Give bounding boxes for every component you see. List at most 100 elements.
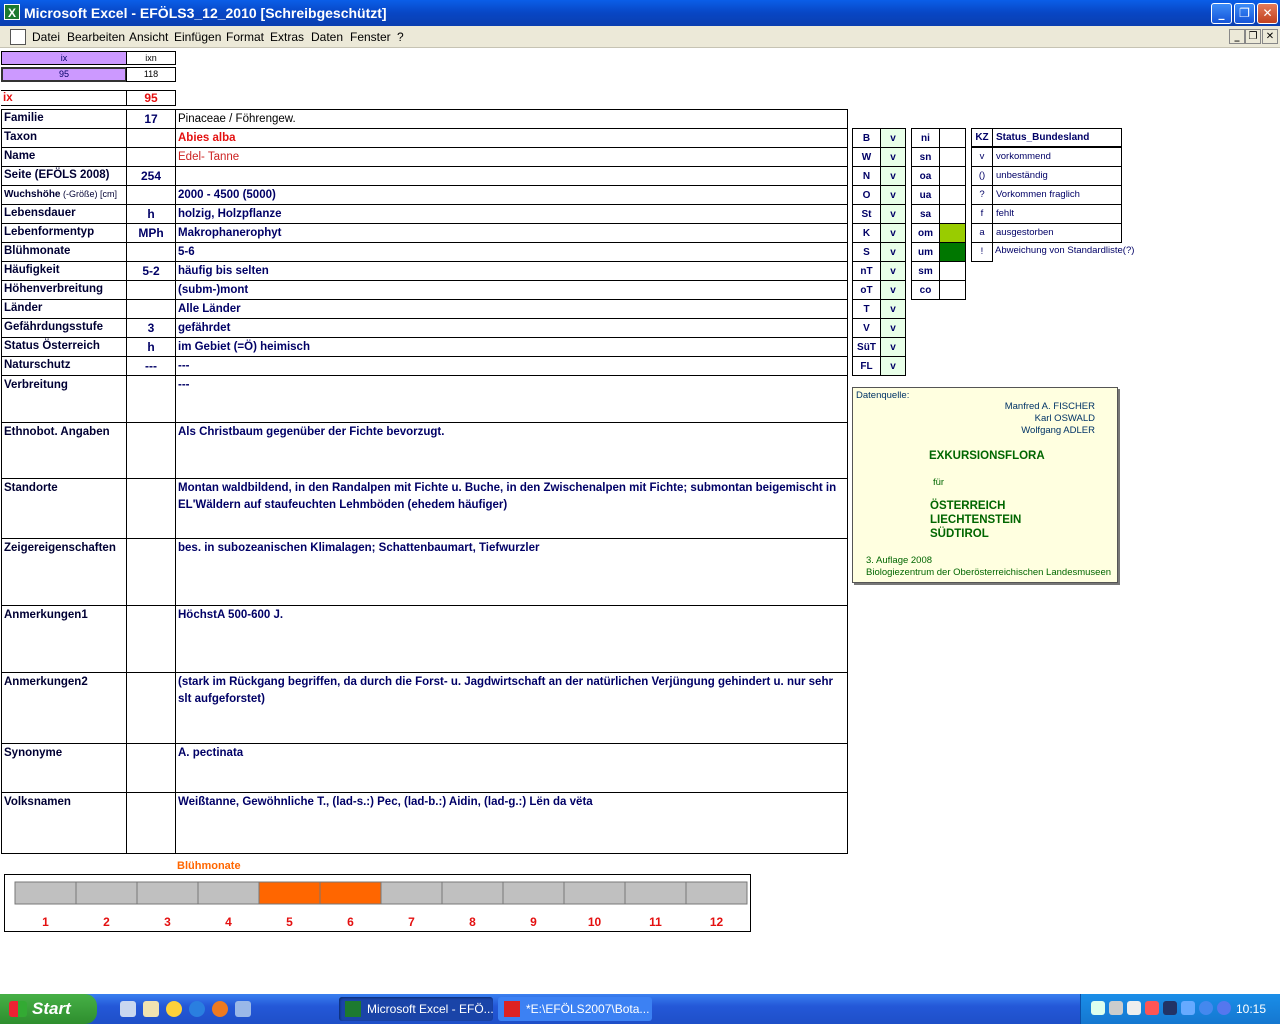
doc-restore-button[interactable]: ❐	[1245, 29, 1261, 44]
text-field-label[interactable]: Zeigereigenschaften	[1, 538, 127, 606]
close-button[interactable]: ✕	[1257, 3, 1278, 24]
hoehenstufe-indicator[interactable]	[939, 147, 966, 167]
bundesland-code[interactable]: St	[852, 204, 881, 224]
field-value[interactable]: Pinaceae / Föhrengew.	[175, 109, 848, 129]
menu-extras[interactable]: Extras	[270, 30, 304, 44]
hoehenstufe-indicator[interactable]	[939, 185, 966, 205]
field-value[interactable]: ---	[175, 356, 848, 376]
desktop-icon[interactable]	[120, 1001, 136, 1017]
excel-icon[interactable]: X	[4, 4, 20, 20]
text-field-value[interactable]: Als Christbaum gegenüber der Fichte bevo…	[175, 422, 848, 479]
internet-explorer-icon[interactable]	[189, 1001, 205, 1017]
field-code[interactable]: 17	[126, 109, 176, 129]
bundesland-code[interactable]: nT	[852, 261, 881, 281]
bundesland-status[interactable]: v	[880, 299, 906, 319]
update-icon[interactable]	[1181, 1001, 1195, 1015]
field-code[interactable]	[126, 299, 176, 319]
text-field-label[interactable]: Ethnobot. Angaben	[1, 422, 127, 479]
field-code[interactable]: ---	[126, 356, 176, 376]
hoehenstufe-indicator[interactable]	[939, 261, 966, 281]
task-excel[interactable]: Microsoft Excel - EFÖ...	[339, 997, 493, 1021]
field-label[interactable]: Häufigkeit	[1, 261, 127, 281]
bundesland-code[interactable]: V	[852, 318, 881, 338]
field-label[interactable]: Status Österreich	[1, 337, 127, 357]
text-field-value[interactable]: Montan waldbildend, in den Randalpen mit…	[175, 478, 848, 539]
security-icon[interactable]	[1145, 1001, 1159, 1015]
field-code[interactable]: 5-2	[126, 261, 176, 281]
hoehenstufe-indicator[interactable]	[939, 242, 966, 262]
mail-icon[interactable]	[235, 1001, 251, 1017]
hoehenstufe-indicator[interactable]	[939, 204, 966, 224]
field-label[interactable]: Lebenformentyp	[1, 223, 127, 243]
bundesland-status[interactable]: v	[880, 356, 906, 376]
restore-button[interactable]: ❐	[1234, 3, 1255, 24]
menu-ansicht[interactable]: Ansicht	[129, 30, 168, 44]
field-value[interactable]: Edel- Tanne	[175, 147, 848, 167]
field-label[interactable]: Seite (EFÖLS 2008)	[1, 166, 127, 186]
ixn-value[interactable]: 118	[126, 67, 176, 82]
field-code[interactable]: 3	[126, 318, 176, 338]
field-code[interactable]: h	[126, 204, 176, 224]
field-value[interactable]: Alle Länder	[175, 299, 848, 319]
bundesland-code[interactable]: T	[852, 299, 881, 319]
hoehenstufe-code[interactable]: oa	[911, 166, 940, 186]
volume-icon[interactable]	[1109, 1001, 1123, 1015]
bundesland-code[interactable]: O	[852, 185, 881, 205]
field-code[interactable]: h	[126, 337, 176, 357]
bundesland-code[interactable]: FL	[852, 356, 881, 376]
text-field-code[interactable]	[126, 422, 176, 479]
text-field-label[interactable]: Standorte	[1, 478, 127, 539]
info-icon[interactable]	[1199, 1001, 1213, 1015]
field-value[interactable]: im Gebiet (=Ö) heimisch	[175, 337, 848, 357]
text-field-label[interactable]: Anmerkungen1	[1, 605, 127, 673]
firefox-icon[interactable]	[212, 1001, 228, 1017]
hoehenstufe-indicator[interactable]	[939, 166, 966, 186]
field-value[interactable]: holzig, Holzpflanze	[175, 204, 848, 224]
field-label[interactable]: Höhenverbreitung	[1, 280, 127, 300]
field-value[interactable]: 5-6	[175, 242, 848, 262]
menu-datei[interactable]: Datei	[32, 30, 60, 44]
menu-format[interactable]: Format	[226, 30, 264, 44]
field-label[interactable]: Naturschutz	[1, 356, 127, 376]
field-code[interactable]	[126, 185, 176, 205]
ixn-header[interactable]: ixn	[126, 51, 176, 65]
text-field-value[interactable]: (stark im Rückgang begriffen, da durch d…	[175, 672, 848, 744]
task-image-editor[interactable]: *E:\EFÖLS2007\Bota...	[498, 997, 652, 1021]
text-field-code[interactable]	[126, 478, 176, 539]
text-field-value[interactable]: bes. in subozeanischen Klimalagen; Schat…	[175, 538, 848, 606]
field-code[interactable]	[126, 280, 176, 300]
hoehenstufe-code[interactable]: sa	[911, 204, 940, 224]
field-label[interactable]: Blühmonate	[1, 242, 127, 262]
field-label[interactable]: Name	[1, 147, 127, 167]
menu-help[interactable]: ?	[397, 30, 404, 44]
field-value[interactable]: Abies alba	[175, 128, 848, 148]
shield-icon[interactable]	[1163, 1001, 1177, 1015]
text-field-value[interactable]: A. pectinata	[175, 743, 848, 793]
text-field-code[interactable]	[126, 672, 176, 744]
text-field-code[interactable]	[126, 743, 176, 793]
bundesland-status[interactable]: v	[880, 223, 906, 243]
menu-fenster[interactable]: Fenster	[350, 30, 391, 44]
ix-value[interactable]: 95	[1, 67, 127, 82]
ix-header[interactable]: ix	[1, 51, 127, 65]
bundesland-status[interactable]: v	[880, 261, 906, 281]
messenger-icon[interactable]	[1217, 1001, 1231, 1015]
bundesland-status[interactable]: v	[880, 204, 906, 224]
field-code[interactable]	[126, 128, 176, 148]
text-field-label[interactable]: Synonyme	[1, 743, 127, 793]
text-field-value[interactable]: Weißtanne, Gewöhnliche T., (lad-s.:) Pec…	[175, 792, 848, 854]
text-field-code[interactable]	[126, 605, 176, 673]
bundesland-code[interactable]: K	[852, 223, 881, 243]
bundesland-status[interactable]: v	[880, 280, 906, 300]
menu-einfuegen[interactable]: Einfügen	[174, 30, 221, 44]
doc-minimize-button[interactable]: _	[1229, 29, 1245, 44]
worksheet[interactable]: ix ixn 95 118 ix 95 Familie 17 Pinaceae / …	[0, 49, 1280, 994]
bundesland-code[interactable]: SüT	[852, 337, 881, 357]
search-icon[interactable]	[1127, 1001, 1141, 1015]
bundesland-status[interactable]: v	[880, 147, 906, 167]
bundesland-code[interactable]: N	[852, 166, 881, 186]
field-label[interactable]: Länder	[1, 299, 127, 319]
hoehenstufe-indicator[interactable]	[939, 223, 966, 243]
field-label[interactable]: Wuchshöhe (-Größe) [cm]	[1, 185, 127, 205]
field-code[interactable]: MPh	[126, 223, 176, 243]
